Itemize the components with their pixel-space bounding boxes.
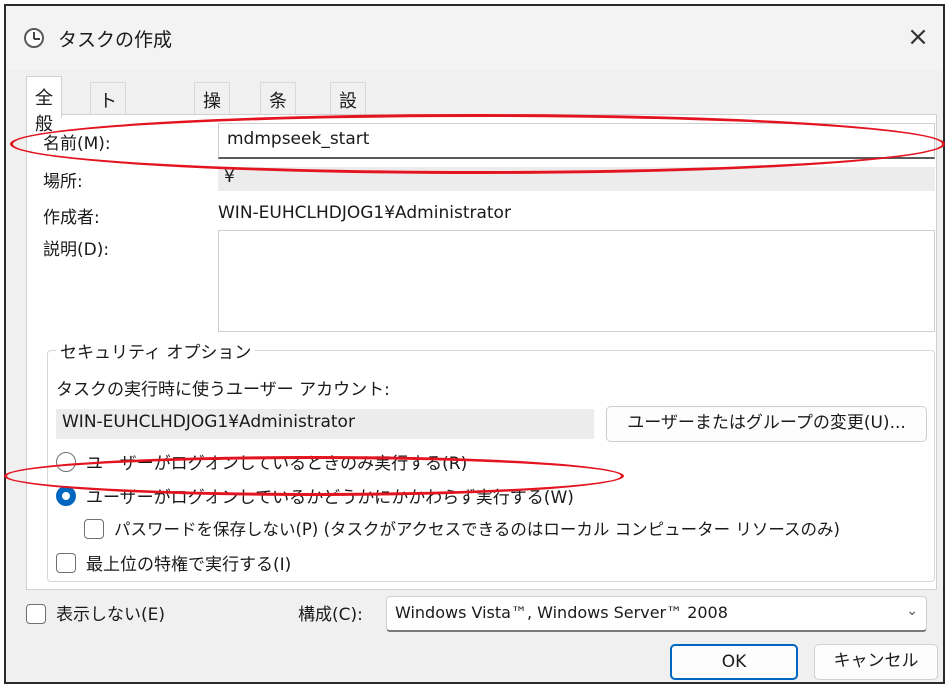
account-caption: タスクの実行時に使うユーザー アカウント:: [56, 380, 390, 400]
author-label: 作成者:: [43, 208, 100, 228]
radio-regardless[interactable]: [56, 486, 76, 506]
radio-logged-on-only-label[interactable]: ユーザーがログオンしているときのみ実行する(R): [86, 449, 467, 474]
change-user-button[interactable]: ユーザーまたはグループの変更(U)...: [606, 406, 927, 442]
create-task-dialog: タスクの作成 × 全般 トリガー 操作 条件 設定 名前(M): mdmpsee…: [4, 4, 945, 684]
chevron-down-icon: ⌄: [906, 603, 918, 619]
name-input[interactable]: mdmpseek_start: [218, 123, 935, 159]
description-textarea[interactable]: [218, 230, 935, 332]
general-panel: 名前(M): mdmpseek_start 場所: ¥ 作成者: WIN-EUH…: [26, 114, 937, 590]
radio-regardless-label[interactable]: ユーザーがログオンしているかどうかにかかわらず実行する(W): [86, 483, 574, 508]
configure-value: Windows Vista™, Windows Server™ 2008: [395, 603, 728, 622]
highest-privileges-label[interactable]: 最上位の特権で実行する(I): [86, 550, 291, 575]
highest-privileges-checkbox[interactable]: [56, 553, 76, 573]
no-store-password-checkbox[interactable]: [84, 519, 104, 539]
clock-icon: [24, 28, 44, 48]
radio-logged-on-only[interactable]: [56, 452, 76, 472]
ok-button[interactable]: OK: [670, 644, 798, 680]
tab-actions[interactable]: 操作: [194, 82, 230, 138]
location-value: ¥: [218, 167, 935, 191]
close-icon[interactable]: ×: [901, 20, 935, 54]
account-value: WIN-EUHCLHDJOG1¥Administrator: [56, 409, 594, 439]
name-label: 名前(M):: [43, 134, 111, 154]
tab-triggers[interactable]: トリガー: [90, 82, 126, 190]
tab-general[interactable]: 全般: [26, 76, 62, 135]
author-value: WIN-EUHCLHDJOG1¥Administrator: [218, 203, 511, 223]
tab-conditions[interactable]: 条件: [260, 82, 296, 138]
cancel-button[interactable]: キャンセル: [814, 644, 938, 680]
no-store-password-label[interactable]: パスワードを保存しない(P) (タスクがアクセスできるのはローカル コンピュータ…: [114, 516, 840, 540]
title-bar: タスクの作成 ×: [6, 6, 943, 70]
security-group-title: セキュリティ オプション: [56, 338, 256, 363]
window-title: タスクの作成: [58, 29, 173, 51]
tab-settings[interactable]: 設定: [330, 82, 366, 138]
description-label: 説明(D):: [43, 240, 110, 260]
hidden-checkbox[interactable]: [26, 604, 46, 624]
configure-select[interactable]: Windows Vista™, Windows Server™ 2008 ⌄: [386, 596, 927, 632]
hidden-label[interactable]: 表示しない(E): [56, 600, 165, 625]
location-label: 場所:: [43, 172, 83, 192]
configure-label: 構成(C):: [298, 605, 363, 625]
security-options-group: セキュリティ オプション タスクの実行時に使うユーザー アカウント: WIN-E…: [47, 338, 935, 582]
